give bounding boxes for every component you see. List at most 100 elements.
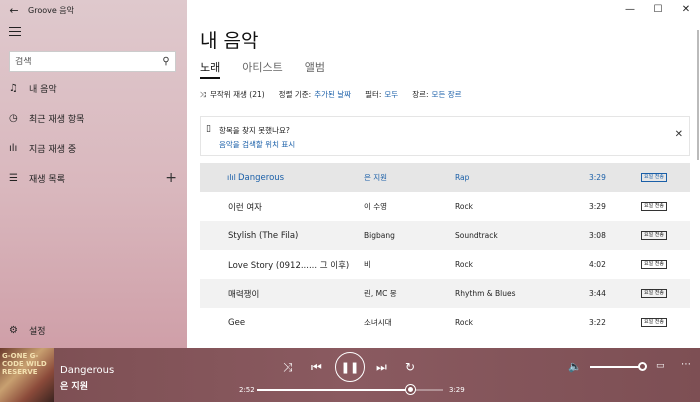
song-toolbar: ⤨ 무작위 재생 (21) 정렬 기준: 추가된 날짜 필터: 모두 장르: 모… (200, 89, 462, 100)
sidebar-item-my-music[interactable]: ♫ 내 음악 (0, 77, 187, 99)
song-duration: 3:08 (589, 231, 606, 240)
missing-items-notice: ▯ 항목을 찾지 못했나요? 음악을 검색할 위치 표시 ✕ (200, 116, 690, 156)
song-badge: 요일 전송 (641, 318, 667, 327)
now-playing-artist[interactable]: 은 지원 (60, 379, 88, 392)
progress-bar[interactable] (257, 385, 443, 394)
search-box[interactable]: ⚲ (9, 51, 176, 72)
song-genre: Rock (455, 202, 473, 211)
song-badge: 요일 전송 (641, 289, 667, 298)
song-genre: Rock (455, 318, 473, 327)
document-icon: ▯ (206, 124, 211, 134)
song-duration: 3:29 (589, 202, 606, 211)
minimize-icon[interactable]: — (616, 0, 644, 20)
table-row[interactable]: Gee 소녀시대 Rock 3:22 요일 전송 (200, 308, 690, 337)
song-artist[interactable]: 은 지원 (364, 172, 387, 183)
more-options-icon[interactable]: ⋯ (681, 359, 691, 370)
sort-dropdown[interactable]: 추가된 날짜 (314, 89, 351, 100)
tab-albums[interactable]: 앨범 (305, 59, 325, 79)
next-icon[interactable]: ⏭ (376, 360, 387, 375)
search-input[interactable] (15, 56, 157, 67)
back-arrow-icon[interactable]: ← (0, 4, 28, 17)
volume-icon[interactable]: 🔈 (568, 360, 582, 373)
sidebar-item-recent[interactable]: ◷ 최근 재생 항목 (0, 107, 187, 129)
song-badge: 요일 전송 (641, 260, 667, 269)
song-duration: 3:22 (589, 318, 606, 327)
song-duration: 4:02 (589, 260, 606, 269)
tab-artists[interactable]: 아티스트 (242, 59, 282, 79)
tab-bar: 노래 아티스트 앨범 (200, 59, 325, 79)
table-row[interactable]: Love Story (0912...... 그 이후) 비 Rock 4:02… (200, 250, 690, 279)
song-genre: Soundtrack (455, 231, 498, 240)
window-controls: — ☐ ✕ (616, 0, 700, 20)
close-window-icon[interactable]: ✕ (672, 0, 700, 20)
song-artist[interactable]: Bigbang (364, 231, 395, 240)
sidebar-item-label: 재생 목록 (29, 174, 65, 185)
song-artist[interactable]: 린, MC 몽 (364, 288, 397, 299)
elapsed-time: 2:52 (239, 386, 255, 394)
progress-knob[interactable] (405, 385, 415, 394)
table-row[interactable]: 매력쟁이 린, MC 몽 Rhythm & Blues 3:44 요일 전송 (200, 279, 690, 308)
mini-view-icon[interactable]: ▭ (656, 361, 665, 371)
genre-label: 장르: (412, 90, 429, 99)
maximize-icon[interactable]: ☐ (644, 0, 672, 20)
now-playing-title[interactable]: Dangerous (60, 365, 114, 376)
playlist-icon: ☰ (9, 172, 18, 184)
tab-songs[interactable]: 노래 (200, 59, 221, 79)
page-title: 내 음악 (200, 30, 259, 52)
sidebar-item-label: 지금 재생 중 (29, 144, 77, 155)
sidebar-item-label: 설정 (29, 326, 46, 337)
song-title: Love Story (0912...... 그 이후) (228, 260, 350, 271)
song-title: Dangerous (238, 172, 285, 183)
song-genre: Rhythm & Blues (455, 289, 516, 298)
filter-label: 필터: (365, 90, 382, 99)
sidebar-item-now-playing[interactable]: ılı 지금 재생 중 (0, 137, 187, 159)
table-row[interactable]: Stylish (The Fila) Bigbang Soundtrack 3:… (200, 221, 690, 250)
song-genre: Rap (455, 173, 470, 182)
gear-icon: ⚙ (9, 324, 18, 336)
scrollbar[interactable] (697, 30, 699, 160)
close-icon[interactable]: ✕ (675, 129, 683, 140)
shuffle-icon[interactable]: ⤨ (200, 90, 206, 100)
shuffle-icon[interactable]: ⤨ (283, 360, 293, 375)
song-title: Stylish (The Fila) (228, 230, 299, 241)
song-list: ılıl Dangerous 은 지원 Rap 3:29 요일 전송 이런 여자… (200, 163, 690, 337)
volume-knob[interactable] (638, 362, 647, 371)
pause-button[interactable]: ❚❚ (335, 352, 365, 382)
song-badge: 요일 전송 (641, 173, 667, 182)
notice-text: 항목을 찾지 못했나요? (219, 126, 290, 135)
add-playlist-icon[interactable]: + (165, 170, 177, 186)
table-row[interactable]: ılıl Dangerous 은 지원 Rap 3:29 요일 전송 (200, 163, 690, 192)
app-title: Groove 음악 (28, 5, 75, 15)
title-bar: ← Groove 음악 (0, 0, 187, 20)
song-genre: Rock (455, 260, 473, 269)
hamburger-menu-icon[interactable] (9, 27, 21, 37)
song-duration: 3:29 (589, 173, 606, 182)
clock-icon: ◷ (9, 112, 18, 124)
repeat-icon[interactable]: ↻ (405, 360, 415, 374)
search-icon[interactable]: ⚲ (157, 56, 175, 67)
song-badge: 요일 전송 (641, 231, 667, 240)
volume-slider[interactable] (590, 366, 642, 368)
genre-dropdown[interactable]: 모든 장르 (432, 89, 462, 100)
sidebar-item-settings[interactable]: ⚙ 설정 (0, 319, 187, 341)
shuffle-all-button[interactable]: 무작위 재생 (21) (210, 89, 265, 100)
sidebar-item-playlists[interactable]: ☰ 재생 목록 + (0, 167, 187, 189)
now-playing-icon: ılıl (227, 173, 236, 182)
song-title: 이런 여자 (228, 202, 262, 213)
filter-dropdown[interactable]: 모두 (384, 89, 398, 100)
table-row[interactable]: 이런 여자 이 수영 Rock 3:29 요일 전송 (200, 192, 690, 221)
song-artist[interactable]: 소녀시대 (364, 317, 392, 328)
bars-icon: ılı (9, 142, 18, 154)
sort-label: 정렬 기준: (278, 90, 312, 99)
choose-folders-link[interactable]: 음악을 검색할 위치 표시 (219, 139, 295, 150)
previous-icon[interactable]: ⏮ (311, 360, 322, 375)
song-artist[interactable]: 비 (364, 259, 371, 270)
sidebar-item-label: 최근 재생 항목 (29, 114, 85, 125)
progress-fill (257, 389, 410, 391)
song-title: Gee (228, 317, 246, 328)
album-art[interactable]: G-ONE G-CODE WILD RESERVE (0, 348, 54, 402)
sidebar: ← Groove 음악 ⚲ ♫ 내 음악 ◷ 최근 재생 항목 ılı 지금 재… (0, 0, 187, 348)
song-artist[interactable]: 이 수영 (364, 201, 387, 212)
player-bar: G-ONE G-CODE WILD RESERVE Dangerous 은 지원… (0, 348, 700, 402)
sidebar-item-label: 내 음악 (29, 84, 57, 95)
